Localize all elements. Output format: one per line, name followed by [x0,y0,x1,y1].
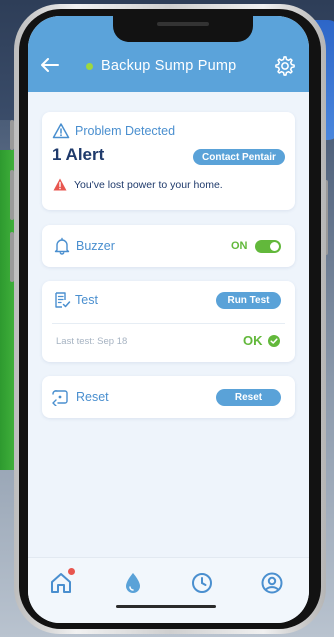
phone-notch [113,16,253,42]
water-drop-icon [126,573,140,593]
notification-badge [68,568,75,575]
nav-account[interactable] [259,570,285,596]
buzzer-label: Buzzer [76,239,115,253]
page-title: Backup Sump Pump [101,58,237,74]
bottom-nav [28,557,309,623]
online-status-dot [86,62,93,70]
reset-label: Reset [76,390,109,404]
test-label: Test [75,293,98,307]
contact-pentair-button[interactable]: Contact Pentair [193,149,285,165]
reset-card: Reset Reset [42,376,295,418]
settings-button[interactable] [274,55,296,77]
last-test-date: Last test: Sep 18 [56,336,128,347]
header-title-group: Backup Sump Pump [86,56,236,76]
nav-water[interactable] [120,570,146,596]
gear-icon [275,56,295,76]
nav-history[interactable] [189,570,215,596]
buzzer-card: Buzzer ON [42,225,295,267]
app-header: Backup Sump Pump [28,16,309,92]
toggle-knob [270,242,279,251]
power-loss-message: You've lost power to your home. [74,179,223,191]
nav-home[interactable] [48,568,75,596]
test-result-label: OK [243,333,263,348]
checklist-icon [55,292,71,308]
back-button[interactable] [40,54,60,76]
speaker-grille [157,22,209,26]
alert-card: Problem Detected 1 Alert Contact Pentair… [42,112,295,210]
app-screen: Backup Sump Pump Problem Detected 1 Aler… [28,16,309,623]
divider [52,323,285,324]
check-circle-icon [268,335,280,347]
account-icon [261,572,283,594]
bell-icon [54,237,70,255]
reset-button[interactable]: Reset [216,389,281,406]
warning-triangle-icon [52,123,70,139]
problem-heading: Problem Detected [75,124,176,138]
clock-icon [192,573,212,593]
alert-count: 1 Alert [52,145,105,164]
buzzer-toggle[interactable] [255,240,281,253]
run-test-button[interactable]: Run Test [216,292,281,309]
reset-icon [52,390,68,406]
arrow-left-icon [41,58,59,72]
home-indicator [116,605,216,608]
test-card: Test Run Test Last test: Sep 18 OK [42,281,295,362]
alert-warning-icon [53,178,67,191]
buzzer-state-label: ON [231,240,248,252]
